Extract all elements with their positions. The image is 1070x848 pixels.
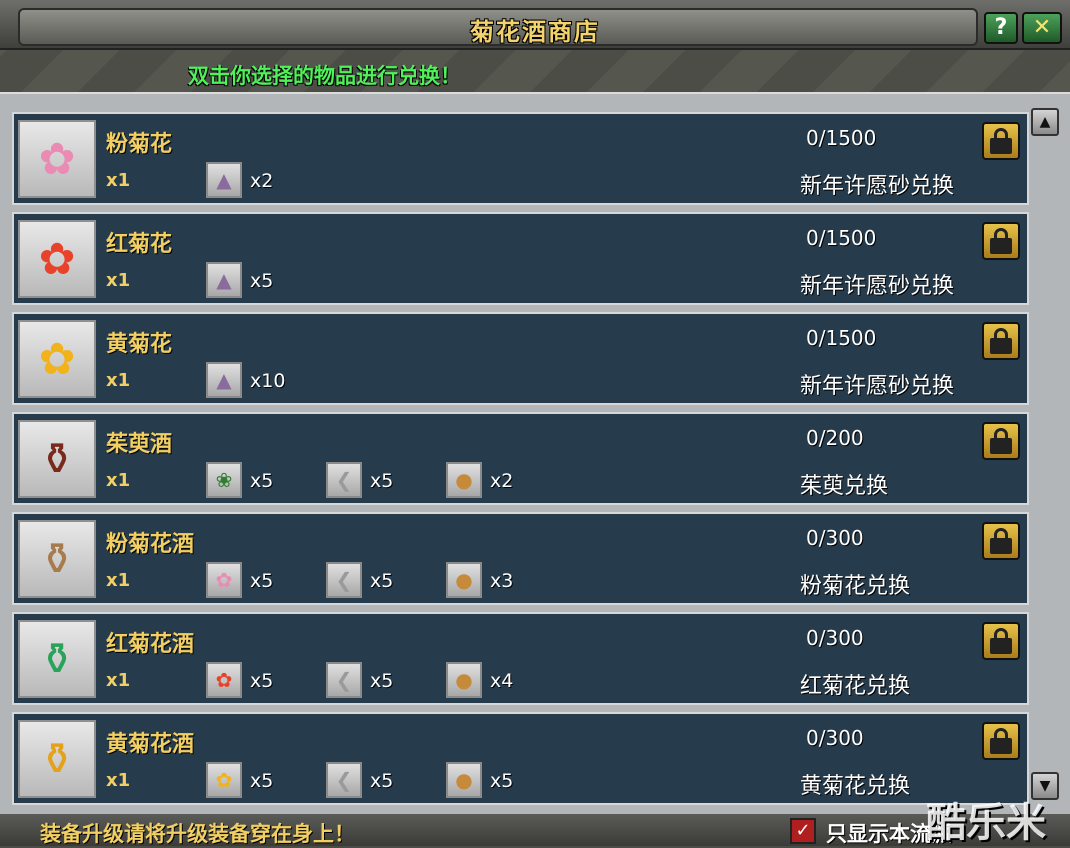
lock-body	[990, 438, 1012, 454]
exchange-limit: 0/1500	[806, 226, 877, 250]
material-count: x2	[490, 470, 514, 492]
material-count: x5	[370, 570, 394, 592]
lock-body	[990, 138, 1012, 154]
lock-icon[interactable]	[982, 622, 1020, 660]
footer-hint: 装备升级请将升级装备穿在身上！	[40, 822, 355, 846]
watermark-logo: 酷乐米	[926, 800, 1046, 846]
material-count: x5	[370, 670, 394, 692]
lock-icon[interactable]	[982, 722, 1020, 760]
lock-icon[interactable]	[982, 422, 1020, 460]
exchange-limit: 0/1500	[806, 126, 877, 150]
material-count: x10	[250, 370, 286, 392]
material-count: x5	[490, 770, 514, 792]
silver-leaf-icon: ❮	[326, 562, 362, 598]
lock-icon[interactable]	[982, 522, 1020, 560]
bread-icon: ●	[446, 662, 482, 698]
dogwood-wine-jar-icon: ⚱	[18, 420, 96, 498]
exchange-method: 新年许愿砂兑换	[800, 174, 955, 199]
show-school-only-checkbox[interactable]: ✓	[790, 818, 816, 844]
exchange-method: 红菊花兑换	[800, 674, 911, 699]
silver-leaf-icon: ❮	[326, 762, 362, 798]
material-count: x5	[370, 470, 394, 492]
instruction-text: 双击你选择的物品进行兑换！	[188, 64, 461, 88]
yellow-chrysanthemum-icon: ✿	[18, 320, 96, 398]
lock-body	[990, 238, 1012, 254]
item-quantity: x1	[106, 370, 131, 391]
item-name: 茱萸酒	[106, 432, 173, 457]
pink-wine-ewer-icon: ⚱	[18, 520, 96, 598]
item-quantity: x1	[106, 570, 131, 591]
close-button[interactable]: ✕	[1022, 12, 1062, 44]
silver-leaf-icon: ❮	[326, 662, 362, 698]
item-quantity: x1	[106, 770, 131, 791]
lock-body	[990, 638, 1012, 654]
item-name: 粉菊花	[106, 132, 173, 157]
exchange-limit: 0/300	[806, 626, 864, 650]
shop-item-row[interactable]: ⚱ 茱萸酒 x1 ❀ x5 ❮ x5 ● x2 0/200 茱萸兑换	[12, 412, 1029, 505]
item-name: 红菊花酒	[106, 632, 195, 657]
item-name: 红菊花	[106, 232, 173, 257]
bread-icon: ●	[446, 562, 482, 598]
bread-icon: ●	[446, 462, 482, 498]
green-wine-vase-icon: ⚱	[18, 620, 96, 698]
shop-item-row[interactable]: ⚱ 黄菊花酒 x1 ✿ x5 ❮ x5 ● x5 0/300 黄菊花兑换	[12, 712, 1029, 805]
pink-chrysanthemum-icon: ✿	[206, 562, 242, 598]
material-count: x5	[250, 470, 274, 492]
lock-body	[990, 338, 1012, 354]
material-count: x5	[370, 770, 394, 792]
pink-chrysanthemum-icon: ✿	[18, 120, 96, 198]
dogwood-herb-icon: ❀	[206, 462, 242, 498]
exchange-method: 黄菊花兑换	[800, 774, 911, 799]
lock-icon[interactable]	[982, 322, 1020, 360]
material-count: x2	[250, 170, 274, 192]
shop-item-row[interactable]: ✿ 红菊花 x1 ▲ x5 0/1500 新年许愿砂兑换	[12, 212, 1029, 305]
shop-item-row[interactable]: ✿ 黄菊花 x1 ▲ x10 0/1500 新年许愿砂兑换	[12, 312, 1029, 405]
material-count: x5	[250, 570, 274, 592]
item-quantity: x1	[106, 670, 131, 691]
shop-item-row[interactable]: ✿ 粉菊花 x1 ▲ x2 0/1500 新年许愿砂兑换	[12, 112, 1029, 205]
bread-icon: ●	[446, 762, 482, 798]
gold-wine-ewer-icon: ⚱	[18, 720, 96, 798]
yellow-chrysanthemum-icon: ✿	[206, 762, 242, 798]
wish-sand-icon: ▲	[206, 162, 242, 198]
item-name: 粉菊花酒	[106, 532, 195, 557]
shop-item-row[interactable]: ⚱ 粉菊花酒 x1 ✿ x5 ❮ x5 ● x3 0/300 粉菊花兑换	[12, 512, 1029, 605]
item-quantity: x1	[106, 170, 131, 191]
item-quantity: x1	[106, 270, 131, 291]
shop-item-row[interactable]: ⚱ 红菊花酒 x1 ✿ x5 ❮ x5 ● x4 0/300 红菊花兑换	[12, 612, 1029, 705]
exchange-limit: 0/300	[806, 526, 864, 550]
exchange-method: 粉菊花兑换	[800, 574, 911, 599]
exchange-limit: 0/1500	[806, 326, 877, 350]
material-count: x5	[250, 770, 274, 792]
exchange-method: 茱萸兑换	[800, 474, 889, 499]
material-count: x5	[250, 670, 274, 692]
material-count: x3	[490, 570, 514, 592]
lock-body	[990, 738, 1012, 754]
wish-sand-icon: ▲	[206, 262, 242, 298]
red-chrysanthemum-icon: ✿	[206, 662, 242, 698]
scroll-up-button[interactable]: ▲	[1031, 108, 1059, 136]
material-count: x5	[250, 270, 274, 292]
material-count: x4	[490, 670, 514, 692]
item-name: 黄菊花	[106, 332, 173, 357]
red-chrysanthemum-icon: ✿	[18, 220, 96, 298]
exchange-method: 新年许愿砂兑换	[800, 274, 955, 299]
lock-body	[990, 538, 1012, 554]
lock-icon[interactable]	[982, 122, 1020, 160]
window-title: 菊花酒商店	[470, 18, 600, 46]
item-name: 黄菊花酒	[106, 732, 195, 757]
exchange-limit: 0/200	[806, 426, 864, 450]
exchange-limit: 0/300	[806, 726, 864, 750]
help-button[interactable]: ?	[984, 12, 1018, 44]
silver-leaf-icon: ❮	[326, 462, 362, 498]
lock-icon[interactable]	[982, 222, 1020, 260]
wish-sand-icon: ▲	[206, 362, 242, 398]
exchange-method: 新年许愿砂兑换	[800, 374, 955, 399]
item-quantity: x1	[106, 470, 131, 491]
